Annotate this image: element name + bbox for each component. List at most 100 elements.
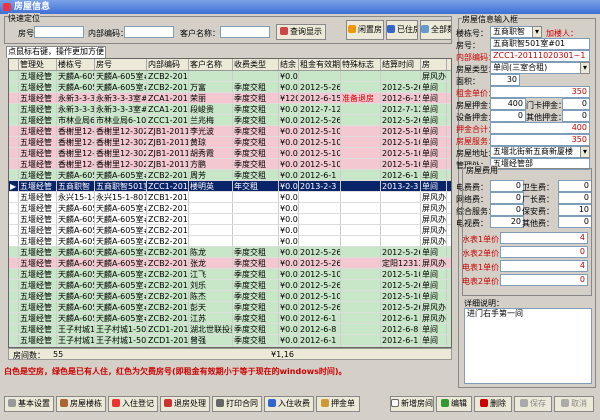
table-row[interactable]: 五堰经管天麟A-605天麟A-605室#3ZCB2-201101 ¥0.00 屏风办 — [9, 225, 451, 236]
table-cell — [381, 71, 421, 81]
table-cell — [341, 302, 381, 312]
code-search-input[interactable] — [124, 26, 174, 38]
table-row[interactable]: 五堰经管香榭里12-香榭里12-302#ZJB1-201103方鹏季度交租¥0.… — [9, 159, 451, 170]
building-button[interactable]: 房屋楼栋 — [56, 396, 106, 412]
search-group-title: 快速定位 — [8, 13, 40, 24]
dep-total-field[interactable]: 400 — [490, 122, 590, 134]
column-header[interactable]: 管理处 — [19, 59, 57, 70]
room-search-input[interactable] — [34, 26, 84, 38]
delete-button[interactable]: 删除 — [474, 396, 512, 412]
table-row[interactable]: 五堰经管王子村城1王子村城1-502ZCD1-201102曾强季度交租¥0.00… — [9, 335, 451, 346]
table-cell: 季度交租 — [233, 93, 279, 103]
table-row[interactable]: 五堰经管永兴15-1-永兴15-1-801#ZCB1-201102 ¥0.00 屏风… — [9, 192, 451, 203]
new-room-button[interactable]: 新增房间 — [390, 396, 434, 412]
column-header[interactable]: 楼栋号 — [57, 59, 95, 70]
table-row[interactable]: 五堰经管天麟A-605天麟A-605室#AZCB2-201108陈龙季度交租¥0… — [9, 247, 451, 258]
rented-room-button[interactable]: 已住房 — [386, 20, 418, 40]
table-cell — [9, 104, 19, 114]
table-cell: 2012-5-26 — [300, 302, 341, 312]
column-header[interactable]: 收费类型 — [233, 59, 279, 70]
chevron-down-icon[interactable]: ▾ — [580, 146, 590, 158]
table-cell: 季度交租 — [233, 269, 279, 279]
checkin-button[interactable]: 入住登记 — [108, 396, 158, 412]
table-row[interactable]: 五堰经管天麟A-605天麟A-605室#5ZCB2-201107周芳季度交租¥0… — [9, 170, 451, 181]
fee-field[interactable]: 350 — [490, 134, 590, 146]
door-field[interactable]: 0 — [562, 98, 590, 110]
note-textarea[interactable]: 进门右手第一间 — [464, 308, 592, 384]
table-cell: ¥0.00 — [280, 104, 299, 114]
table-row[interactable]: 五堰经管天麟A-605天麟A-605室#GZCB2-201114江苏季度交租¥0… — [9, 313, 451, 324]
column-header[interactable]: 租金有效期 — [299, 59, 341, 70]
table-cell: 曾强 — [189, 335, 233, 345]
free-room-button[interactable]: 闲置房 — [346, 20, 384, 40]
table-row[interactable]: 五堰经管香榭里12-香榭里12-302#ZJB1-201100胡秀霞季度交租¥0… — [9, 148, 451, 159]
table-row[interactable]: 五堰经管天麟A-605天麟A-605室#BZCB2-201109张龙季度交租¥0… — [9, 258, 451, 269]
rent-field[interactable]: 350 — [490, 86, 590, 98]
other-field[interactable]: 0 — [562, 110, 590, 122]
table-row[interactable]: 五堰经管香榭里12-香榭里12-302#ZJB1-201101黄琼季度交租¥0.… — [9, 137, 451, 148]
cancel-button[interactable]: 取消 — [554, 396, 594, 412]
edit-button[interactable]: 编辑 — [436, 396, 472, 412]
table-row[interactable]: 五堰经管天麟A-605天麟A-605室#4ZCB2-201102 ¥0.00 屏风办 — [9, 236, 451, 247]
checkout-button[interactable]: 退房处理 — [160, 396, 210, 412]
type-field[interactable]: 单间(三室合租) — [490, 62, 590, 74]
house-table[interactable]: 管理处 楼栋号 房号 内部编码 客户名称 收费类型 结余 租金有效期 特殊标志 结算时间房 五堰经… — [8, 58, 452, 348]
table-row[interactable]: 五堰经管永新3-3-3永新3-3-3室#03ZCA1-201100段峻贵季度交租… — [9, 104, 451, 115]
table-row[interactable]: 五堰经管天麟A-605天麟A-605室#FZCB2-201113彭天季度交租¥0… — [9, 302, 451, 313]
equip-field[interactable]: 0 — [490, 110, 526, 122]
table-row[interactable]: 五堰经管天麟A-605天麟A-605室#2ZCB2-201104万富季度交租¥0… — [9, 82, 451, 93]
table-cell: 陈龙 — [189, 247, 233, 257]
table-cell: 单间 — [421, 335, 447, 345]
column-header[interactable]: 内部编码 — [147, 59, 189, 70]
column-header[interactable]: 结算时间 — [381, 59, 421, 70]
table-cell: 五堰经管 — [19, 269, 57, 279]
area-field[interactable]: 30 — [490, 74, 520, 86]
column-header[interactable]: 房 — [421, 59, 447, 70]
table-row[interactable]: 五堰经管天麟A-605天麟A-605室#CZCB2-201110江飞季度交租¥0… — [9, 269, 451, 280]
table-cell: 天麟A-605室#1 — [95, 71, 147, 81]
table-cell: ¥0.00 — [280, 82, 299, 92]
table-row[interactable]: 五堰经管市林业局6市林业局6-101ZCC1-201101兰兆梅季度交租¥0.0… — [9, 115, 451, 126]
column-header[interactable] — [9, 59, 19, 70]
table-cell — [299, 203, 341, 213]
column-header[interactable]: 房号 — [95, 59, 147, 70]
all-data-button[interactable]: 全部数据 — [420, 20, 452, 40]
table-row[interactable]: 五堰经管天麟A-605天麟A-605室#1ZCB2-201103 ¥0.00 屏风办 — [9, 71, 451, 82]
table-cell: 天麟A-605 — [58, 280, 95, 290]
table-cell: ZCB1-201102 — [148, 192, 189, 202]
loc-field[interactable]: 五堰北街新五商新厦楼 — [490, 146, 590, 158]
table-cell — [9, 214, 19, 224]
table-cell — [189, 236, 233, 246]
printer-icon — [216, 399, 224, 407]
column-header[interactable]: 客户名称 — [189, 59, 233, 70]
chevron-down-icon[interactable]: ▾ — [532, 26, 542, 38]
column-header[interactable]: 结余 — [279, 59, 299, 70]
table-cell: 定阳1231369 — [381, 258, 421, 268]
code-field[interactable]: ZCC1-20111020301~1 — [490, 50, 590, 62]
room-field[interactable]: 五商职智501室#01 — [490, 38, 590, 50]
print-contract-button[interactable]: 打印合同 — [212, 396, 262, 412]
tab-main[interactable]: 点鼠标右键，操作更加方便 — [6, 46, 106, 58]
table-row[interactable]: 五堰经管天麟A-605天麟A-605室#1ZCB2-201105 ¥0.00 屏风办 — [9, 203, 451, 214]
table-row[interactable]: 五堰经管永新3-3-3永新3-3-3室#04ZCA1-201101荣丽季度交租¥… — [9, 93, 451, 104]
save-button[interactable]: 保存 — [514, 396, 552, 412]
table-cell: 王子村城1-502 — [96, 335, 147, 345]
table-cell — [341, 170, 381, 180]
deposit-slip-button[interactable]: 押金单 — [316, 396, 360, 412]
guest-search-input[interactable] — [220, 26, 270, 38]
column-header[interactable]: 特殊标志 — [341, 59, 381, 70]
table-cell: ZCA1-201100 — [148, 104, 189, 114]
search-button[interactable]: 查询显示 — [276, 24, 326, 40]
table-row[interactable]: 五堰经管王子村城1王子村城1-502ZCD1-201101湖北世联投资季度交租¥… — [9, 324, 451, 335]
deposit-field[interactable]: 400 — [490, 98, 526, 110]
basic-settings-button[interactable]: 基本设置 — [4, 396, 54, 412]
table-cell: ¥0.00 — [280, 181, 299, 191]
table-row[interactable]: ▶五堰经管五商职智五商职智501室#ZCC1-201112楼明英年交租¥0.00… — [9, 181, 451, 192]
table-row[interactable]: 五堰经管天麟A-605天麟A-605室#EZCB2-201112陈杰季度交租¥0… — [9, 291, 451, 302]
table-cell: 天麟A-605 — [58, 225, 95, 235]
table-row[interactable]: 五堰经管香榭里12-香榭里12-302#ZJB1-201102李光波季度交租¥0… — [9, 126, 451, 137]
table-row[interactable]: 五堰经管天麟A-605天麟A-605室#2ZCB2-201106 ¥0.00 屏风办 — [9, 214, 451, 225]
table-row[interactable]: 五堰经管天麟A-605天麟A-605室#DZCB2-201111刘乐季度交租¥0… — [9, 280, 451, 291]
checkin-fee-button[interactable]: 入住收费 — [264, 396, 314, 412]
chevron-down-icon[interactable]: ▾ — [580, 62, 590, 74]
